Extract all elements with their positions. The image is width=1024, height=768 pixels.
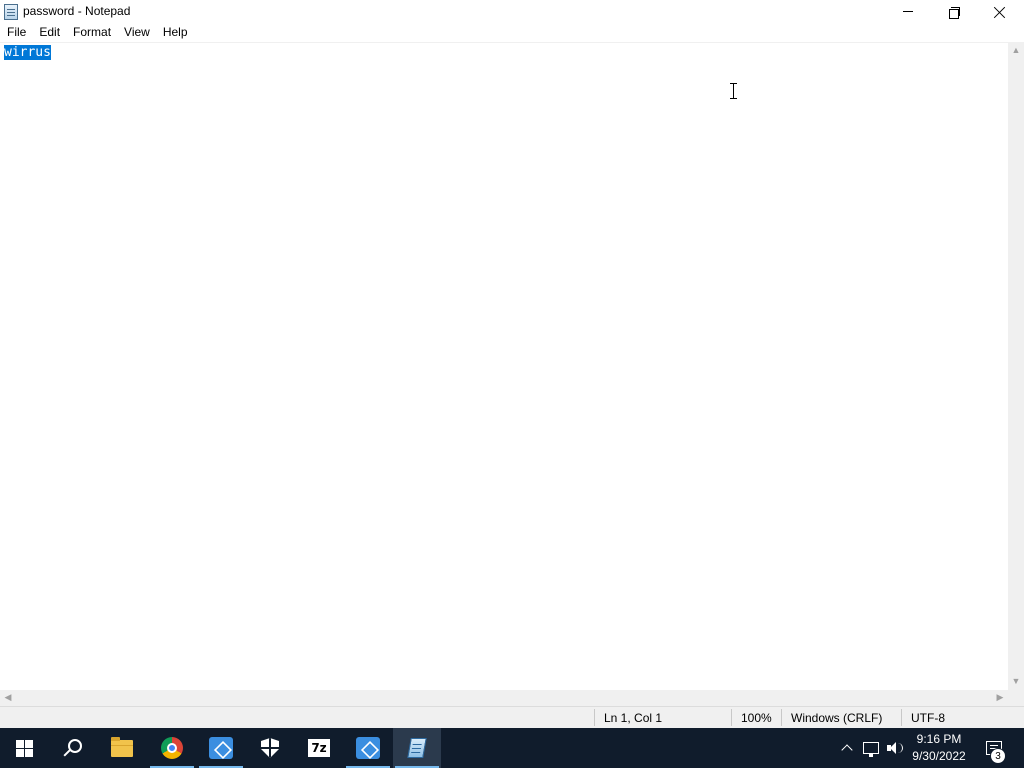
taskbar-notepad[interactable] [393, 728, 441, 768]
windows-start-icon [15, 739, 33, 757]
search-icon [63, 739, 82, 757]
start-button[interactable] [0, 728, 48, 768]
title-bar: password - Notepad [0, 0, 1024, 23]
taskbar-7zip[interactable]: 7z [295, 728, 343, 768]
show-hidden-icons-button[interactable] [838, 728, 856, 768]
scroll-down-icon[interactable]: ▼ [1008, 677, 1024, 686]
notepad-icon [4, 4, 18, 20]
close-button[interactable] [977, 0, 1023, 23]
menu-file[interactable]: File [0, 23, 32, 42]
menu-edit[interactable]: Edit [32, 23, 66, 42]
editor-content[interactable]: wirrus [4, 45, 51, 61]
cursor-position: Ln 1, Col 1 [604, 711, 663, 725]
chrome-icon [161, 737, 183, 759]
minimize-button[interactable] [885, 0, 931, 23]
search-button[interactable] [48, 728, 96, 768]
line-endings: Windows (CRLF) [791, 711, 883, 725]
menu-bar: File Edit Format View Help [0, 23, 1024, 42]
network-button[interactable] [861, 728, 881, 768]
restore-icon [949, 6, 960, 19]
text-editor[interactable]: wirrus [0, 42, 1008, 690]
taskbar: 7z 9:16 PM 9/30/2022 3 [0, 728, 1024, 768]
window-title: password - Notepad [23, 4, 131, 18]
scroll-right-icon[interactable]: ▶ [992, 693, 1008, 702]
scroll-up-icon[interactable]: ▲ [1008, 46, 1024, 55]
zoom-level: 100% [741, 711, 772, 725]
scrollbar-corner [1008, 690, 1024, 706]
taskbar-file-explorer[interactable] [98, 728, 146, 768]
clock-time: 9:16 PM [916, 732, 962, 746]
menu-help[interactable]: Help [156, 23, 194, 42]
network-icon [863, 742, 879, 757]
clock[interactable]: 9:16 PM 9/30/2022 [905, 731, 973, 765]
scroll-left-icon[interactable]: ◀ [0, 693, 16, 702]
taskbar-security[interactable] [246, 728, 294, 768]
file-explorer-icon [111, 736, 133, 757]
notification-count-badge: 3 [990, 748, 1006, 764]
clock-date: 9/30/2022 [912, 749, 966, 763]
menu-view[interactable]: View [117, 23, 156, 42]
app-box-icon [209, 737, 233, 759]
status-divider [901, 709, 902, 726]
restore-button[interactable] [931, 0, 977, 23]
volume-button[interactable] [885, 728, 905, 768]
text-cursor-icon [729, 83, 737, 99]
menu-format[interactable]: Format [66, 23, 117, 42]
taskbar-app-box-2[interactable] [344, 728, 392, 768]
close-icon [994, 6, 1006, 18]
taskbar-app-box[interactable] [197, 728, 245, 768]
status-divider [594, 709, 595, 726]
selected-text[interactable]: wirrus [4, 45, 51, 60]
status-bar: Ln 1, Col 1 100% Windows (CRLF) UTF-8 [0, 706, 1024, 728]
encoding: UTF-8 [911, 711, 945, 725]
7zip-icon: 7z [308, 739, 330, 757]
status-divider [781, 709, 782, 726]
status-divider [731, 709, 732, 726]
volume-icon [887, 741, 903, 755]
taskbar-chrome[interactable] [148, 728, 196, 768]
app-box-icon [356, 737, 380, 759]
notepad-icon [407, 738, 427, 758]
vertical-scrollbar[interactable]: ▲ ▼ [1008, 42, 1024, 690]
minimize-icon [903, 11, 913, 12]
chevron-up-icon [842, 743, 852, 753]
horizontal-scrollbar[interactable]: ◀ ▶ [0, 690, 1008, 706]
security-shield-icon [261, 738, 279, 758]
